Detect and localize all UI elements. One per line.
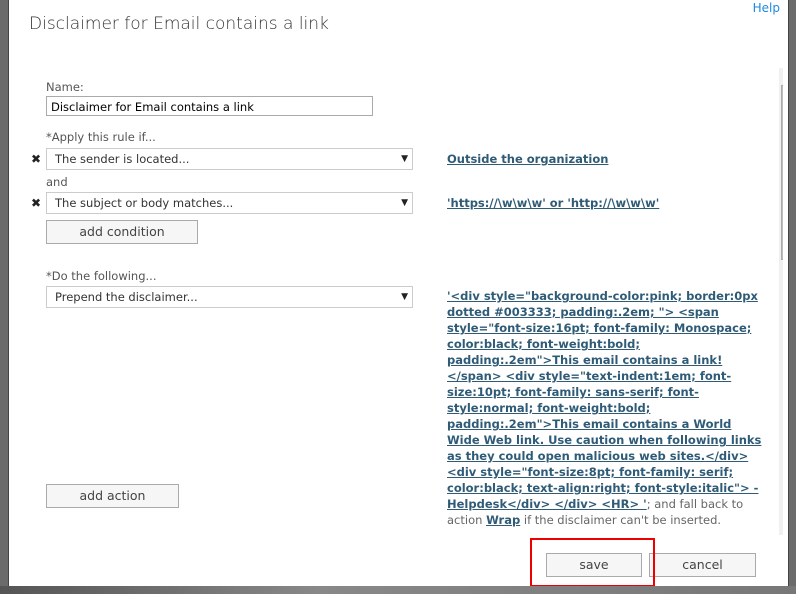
action-select[interactable]: Prepend the disclaimer... ▼	[46, 286, 413, 308]
rule-form: Name: Disclaimer for Email contains a li…	[21, 68, 783, 535]
apply-label: *Apply this rule if...	[46, 130, 156, 144]
add-action-button[interactable]: add action	[46, 484, 179, 508]
dialog-title: Disclaimer for Email contains a link	[29, 14, 329, 34]
condition-2-select[interactable]: The subject or body matches... ▼	[46, 192, 413, 214]
chevron-down-icon: ▼	[401, 292, 408, 302]
remove-condition-2-icon[interactable]: ✖	[31, 196, 41, 210]
action-value: Prepend the disclaimer...	[55, 290, 198, 304]
and-label: and	[46, 175, 68, 189]
fallback-action-link[interactable]: Wrap	[486, 513, 520, 527]
window-border	[0, 586, 796, 594]
condition-2-value: The subject or body matches...	[55, 196, 234, 210]
cancel-button[interactable]: cancel	[649, 553, 756, 577]
condition-2-link[interactable]: 'https://\w\w\w' or 'http://\w\w\w'	[447, 196, 659, 210]
do-following-label: *Do the following...	[46, 269, 157, 283]
help-link[interactable]: Help	[753, 1, 780, 15]
chevron-down-icon: ▼	[401, 154, 408, 164]
condition-1-link[interactable]: Outside the organization	[447, 152, 608, 166]
condition-1-value: The sender is located...	[55, 152, 190, 166]
name-label: Name:	[46, 80, 84, 94]
highlight-box	[530, 538, 655, 587]
add-condition-button[interactable]: add condition	[46, 220, 198, 244]
fallback-suffix: if the disclaimer can't be inserted.	[520, 513, 722, 527]
chevron-down-icon: ▼	[401, 198, 408, 208]
name-input[interactable]: Disclaimer for Email contains a link	[46, 96, 373, 116]
disclaimer-text-link[interactable]: '<div style="background-color:pink; bord…	[447, 289, 761, 511]
disclaimer-description: '<div style="background-color:pink; bord…	[447, 288, 767, 528]
scrollbar-thumb[interactable]	[781, 85, 783, 260]
remove-condition-1-icon[interactable]: ✖	[31, 152, 41, 166]
scrollbar[interactable]: ▲ ▼	[779, 68, 783, 535]
condition-1-select[interactable]: The sender is located... ▼	[46, 148, 413, 170]
rule-dialog: Disclaimer for Email contains a link Hel…	[8, 0, 789, 586]
